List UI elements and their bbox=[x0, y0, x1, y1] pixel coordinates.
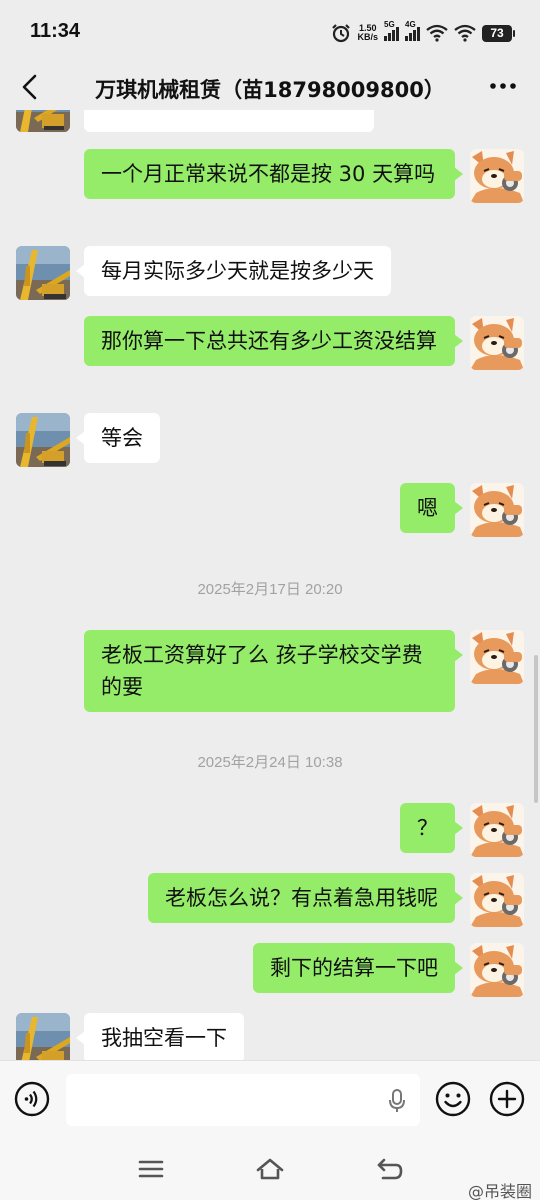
status-bar: 11:34 1.50 KB/s 5G 4G 73 bbox=[0, 0, 540, 64]
voice-icon[interactable] bbox=[14, 1081, 50, 1117]
back-icon[interactable] bbox=[375, 1154, 405, 1184]
contact-avatar[interactable] bbox=[16, 246, 70, 300]
status-time: 11:34 bbox=[30, 20, 81, 42]
contact-avatar[interactable] bbox=[16, 1013, 70, 1060]
my-avatar[interactable] bbox=[470, 316, 524, 370]
message-bubble-received[interactable]: 我抽空看一下 bbox=[76, 1013, 244, 1060]
message-bubble-sent[interactable]: ？ bbox=[400, 803, 463, 853]
message-bubble-sent[interactable]: 老板工资算好了么 孩子学校交学费的要 bbox=[84, 630, 463, 712]
message-bubble-received[interactable]: 等会 bbox=[76, 413, 160, 463]
more-icon[interactable] bbox=[488, 74, 518, 98]
message-bubble-sent[interactable]: 剩下的结算一下吧 bbox=[253, 943, 463, 993]
scrollbar[interactable] bbox=[534, 655, 538, 803]
my-avatar[interactable] bbox=[470, 873, 524, 927]
system-navigation-bar: @吊装圈 bbox=[0, 1140, 540, 1200]
message-input[interactable] bbox=[66, 1074, 420, 1126]
message-bubble-sent[interactable]: 老板怎么说？有点着急用钱呢 bbox=[148, 873, 463, 923]
message-timestamp: 2025年2月24日 10:38 bbox=[197, 754, 343, 771]
message-bubble-received[interactable]: 每月实际多少天就是按多少天 bbox=[76, 246, 391, 296]
message-bubble-sent[interactable]: 那你算一下总共还有多少工资没结算 bbox=[84, 316, 463, 366]
my-avatar[interactable] bbox=[470, 943, 524, 997]
alarm-icon bbox=[332, 24, 351, 43]
wifi-icon bbox=[426, 24, 448, 42]
watermark: @吊装圈 bbox=[467, 1182, 532, 1200]
signal-5g-icon: 5G bbox=[384, 20, 399, 41]
wifi-icon-2 bbox=[454, 24, 476, 42]
message-bubble-sent[interactable]: 一个月正常来说不都是按 30 天算吗 bbox=[84, 149, 463, 199]
contact-avatar[interactable] bbox=[16, 413, 70, 467]
signal-4g-icon: 4G bbox=[405, 20, 420, 41]
plus-icon[interactable] bbox=[489, 1081, 525, 1117]
message-bubble-sent[interactable]: 嗯 bbox=[400, 483, 463, 533]
menu-icon[interactable] bbox=[136, 1154, 166, 1184]
message-timestamp: 2025年2月17日 20:20 bbox=[197, 581, 343, 598]
chat-title: 万琪机械租赁（苗18798009800） bbox=[95, 78, 445, 102]
my-avatar[interactable] bbox=[470, 483, 524, 537]
my-avatar[interactable] bbox=[470, 149, 524, 203]
back-arrow-icon[interactable] bbox=[16, 72, 46, 102]
my-avatar[interactable] bbox=[470, 630, 524, 684]
microphone-icon[interactable] bbox=[386, 1088, 408, 1114]
input-bar bbox=[0, 1060, 540, 1140]
network-speed: 1.50 KB/s bbox=[357, 23, 378, 42]
status-icons: 1.50 KB/s 5G 4G 73 bbox=[331, 20, 515, 45]
message-bubble-partial[interactable] bbox=[84, 110, 374, 132]
contact-avatar[interactable] bbox=[16, 110, 70, 132]
emoji-icon[interactable] bbox=[435, 1081, 471, 1117]
home-icon[interactable] bbox=[255, 1154, 285, 1184]
chat-header: 万琪机械租赁（苗18798009800） bbox=[0, 64, 540, 110]
my-avatar[interactable] bbox=[470, 803, 524, 857]
message-list[interactable]: 一个月正常来说不都是按 30 天算吗 每月实际多少天就是按多少天 那你算一下总共… bbox=[0, 110, 540, 1060]
battery-icon: 73 bbox=[482, 24, 515, 42]
